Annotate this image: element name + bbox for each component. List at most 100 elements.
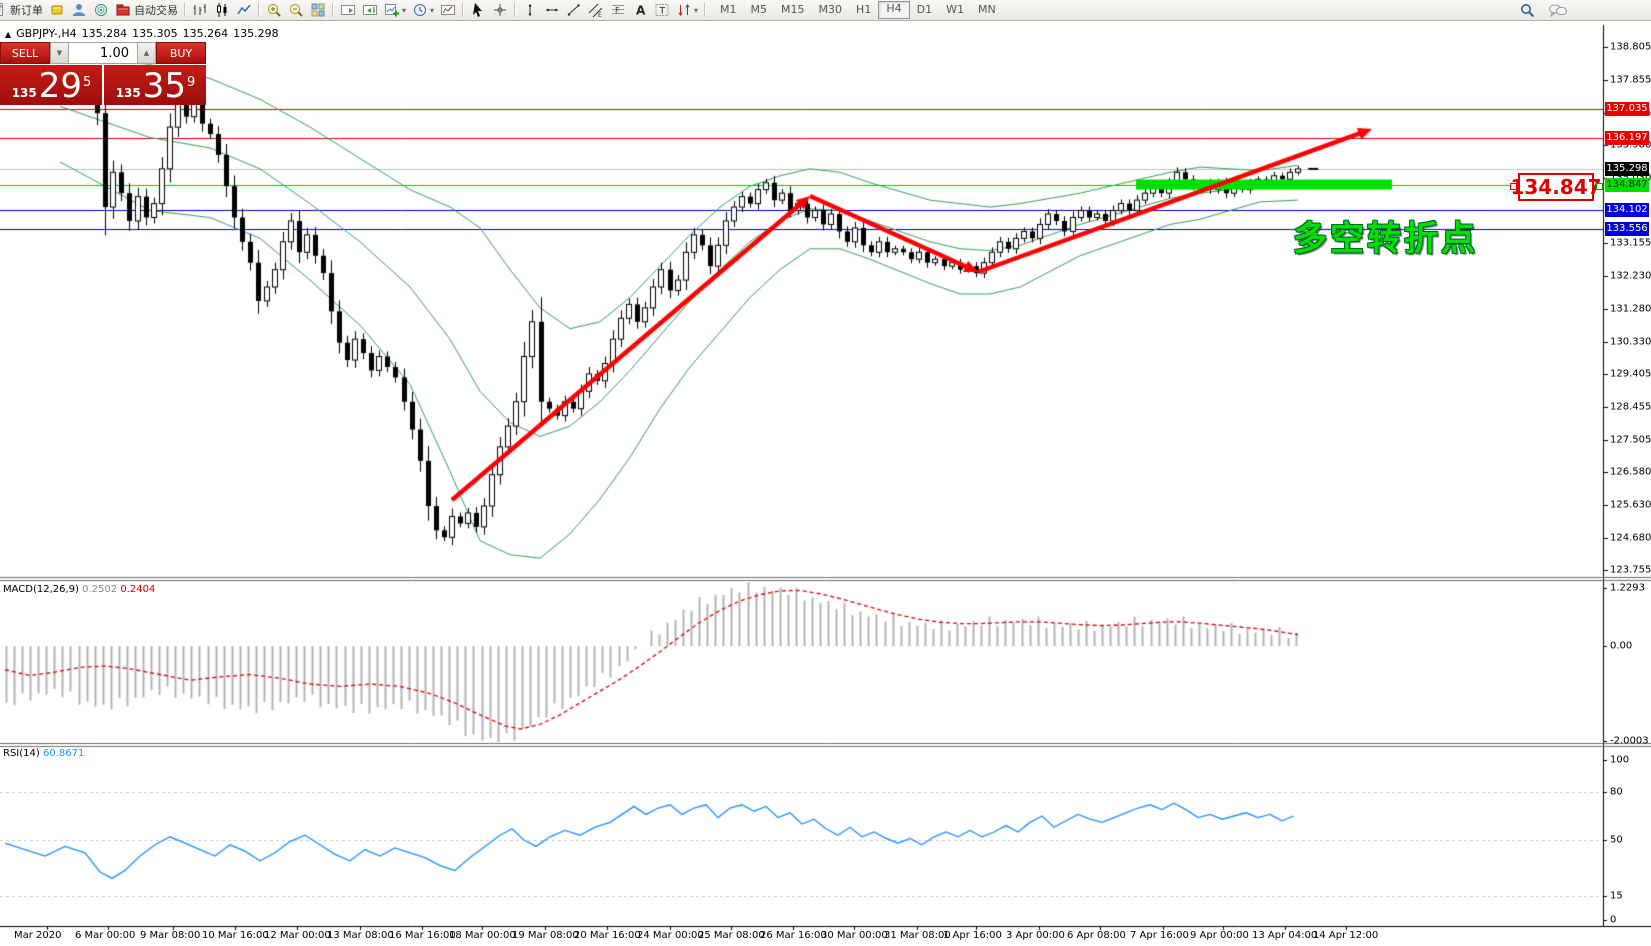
- vline-icon: [522, 2, 538, 18]
- profiles-button[interactable]: ▾: [409, 1, 437, 19]
- toolbar-separator: [462, 3, 464, 17]
- text-label-tool[interactable]: T: [651, 1, 673, 19]
- zoom-out-button[interactable]: [285, 1, 307, 19]
- new-order-button[interactable]: 新订单: [0, 1, 46, 19]
- community-button[interactable]: [68, 1, 90, 19]
- turning-point-annotation[interactable]: 多空转折点: [1293, 211, 1478, 260]
- dropdown-caret-icon: ▾: [402, 6, 406, 15]
- cursor-tool[interactable]: [467, 1, 489, 19]
- search-icon: [1518, 2, 1534, 18]
- trendline-tool[interactable]: [563, 1, 585, 19]
- price-tag-label: 136.197: [1605, 131, 1649, 145]
- fibonacci-tool[interactable]: F: [607, 1, 629, 19]
- one-click-trade-widget: SELL ▼ 1.00 ▲ BUY 135 29 5 135 35 9: [0, 42, 206, 105]
- price-tag-label: 135.298: [1605, 162, 1649, 176]
- price-tag-label: 134.847: [1605, 178, 1649, 192]
- price-tag-label: 137.035: [1605, 102, 1649, 116]
- quote-bar: ▲GBPJPY-,H4135.284135.305135.264135.298: [5, 27, 284, 40]
- timeframe-m1[interactable]: M1: [713, 2, 744, 18]
- rsi-tick-label: 100: [1610, 755, 1629, 766]
- folder-icon: [115, 2, 131, 18]
- cursor-icon: [470, 2, 486, 18]
- ask-price-panel[interactable]: 135 35 9: [104, 65, 206, 105]
- indicator-window-button[interactable]: [437, 1, 459, 19]
- zoom-in-button[interactable]: [263, 1, 285, 19]
- volume-input[interactable]: 1.00: [69, 42, 137, 64]
- macd-name: MACD(12,26,9): [3, 584, 79, 595]
- line-chart-button[interactable]: [233, 1, 255, 19]
- arrows-tool[interactable]: ▾: [673, 1, 701, 19]
- date-tick-label: 9 Apr 00:00: [1190, 930, 1249, 941]
- textT-icon: T: [654, 2, 670, 18]
- price-tick-label: 132.230: [1610, 270, 1651, 281]
- date-tick-label: 3 Apr 00:00: [1006, 930, 1065, 941]
- volume-down-button[interactable]: ▼: [50, 42, 69, 64]
- indwin-icon: [440, 2, 456, 18]
- date-tick-label: Mar 2020: [14, 930, 62, 941]
- yellow-icon: [49, 2, 65, 18]
- signals-button[interactable]: [90, 1, 112, 19]
- rsi-tick-label: 15: [1610, 891, 1623, 902]
- macd-value: 0.2502: [82, 584, 117, 595]
- buy-button[interactable]: BUY: [156, 42, 206, 64]
- equidistant-channel-tool[interactable]: E: [585, 1, 607, 19]
- shift1-icon: [340, 2, 356, 18]
- chat-button[interactable]: [1545, 1, 1567, 19]
- price-tick-label: 138.805: [1610, 42, 1651, 53]
- autotrading-button[interactable]: 自动交易: [112, 1, 181, 19]
- price-tick-label: 128.455: [1610, 401, 1651, 412]
- line-handle[interactable]: [1596, 183, 1603, 190]
- candlestick-chart-button[interactable]: [211, 1, 233, 19]
- rsi-tick-label: 80: [1610, 787, 1623, 798]
- date-tick-label: 16 Mar 16:00: [389, 930, 456, 941]
- rsi-label: RSI(14) 60.8671: [3, 748, 84, 759]
- rsi-tick-label: 0: [1610, 915, 1616, 926]
- timeframe-h1[interactable]: H1: [849, 2, 878, 18]
- price-tick-label: 137.855: [1610, 75, 1651, 86]
- macd-tick-label: 0.00: [1610, 641, 1632, 652]
- market-watch-button[interactable]: [46, 1, 68, 19]
- timeframe-m5[interactable]: M5: [744, 2, 775, 18]
- hline-icon: [544, 2, 560, 18]
- price-level-callout[interactable]: 134.847: [1518, 173, 1594, 201]
- symbol-label: GBPJPY-,H4: [16, 27, 77, 40]
- toolbar-right-group: [1515, 1, 1651, 19]
- timeframe-h4[interactable]: H4: [878, 1, 909, 19]
- price-tag-label: 134.102: [1605, 203, 1649, 217]
- volume-up-button[interactable]: ▲: [137, 42, 156, 64]
- quote-close: 135.298: [233, 27, 279, 40]
- new-chart-button[interactable]: ▾: [381, 1, 409, 19]
- timeframe-d1[interactable]: D1: [910, 2, 939, 18]
- timeframe-w1[interactable]: W1: [939, 2, 971, 18]
- horizontal-line-tool[interactable]: [541, 1, 563, 19]
- date-tick-label: 25 Mar 08:00: [698, 930, 765, 941]
- arrows-icon: [676, 2, 692, 18]
- date-tick-label: 12 Mar 00:00: [264, 930, 331, 941]
- fibo-icon: F: [610, 2, 626, 18]
- crosshair-tool[interactable]: [489, 1, 511, 19]
- auto-scroll-button[interactable]: [337, 1, 359, 19]
- timeframe-m15[interactable]: M15: [774, 2, 812, 18]
- svg-text:T: T: [659, 7, 666, 17]
- timeframe-mn[interactable]: MN: [971, 2, 1003, 18]
- textA-icon: A: [632, 2, 648, 18]
- bar-chart-button[interactable]: [189, 1, 211, 19]
- text-tool[interactable]: A: [629, 1, 651, 19]
- price-tick-label: 130.330: [1610, 336, 1651, 347]
- timeframe-m30[interactable]: M30: [812, 2, 850, 18]
- line-handle[interactable]: [1510, 183, 1517, 190]
- channel-icon: E: [588, 2, 604, 18]
- search-button[interactable]: [1515, 1, 1537, 19]
- sell-button[interactable]: SELL: [0, 42, 50, 64]
- price-tick-label: 133.155: [1610, 238, 1651, 249]
- collapse-arrow-icon[interactable]: ▲: [5, 30, 11, 39]
- toolbar-buttons: 新订单自动交易▾▾EFAT▾: [0, 1, 701, 19]
- date-tick-label: 6 Apr 08:00: [1067, 930, 1126, 941]
- chart-canvas[interactable]: [0, 20, 1651, 946]
- tile-windows-button[interactable]: [307, 1, 329, 19]
- toolbar-separator: [184, 3, 186, 17]
- vertical-line-tool[interactable]: [519, 1, 541, 19]
- chart-shift-button[interactable]: [359, 1, 381, 19]
- bid-price-panel[interactable]: 135 29 5: [0, 65, 102, 105]
- bid-prefix: 135: [12, 86, 37, 100]
